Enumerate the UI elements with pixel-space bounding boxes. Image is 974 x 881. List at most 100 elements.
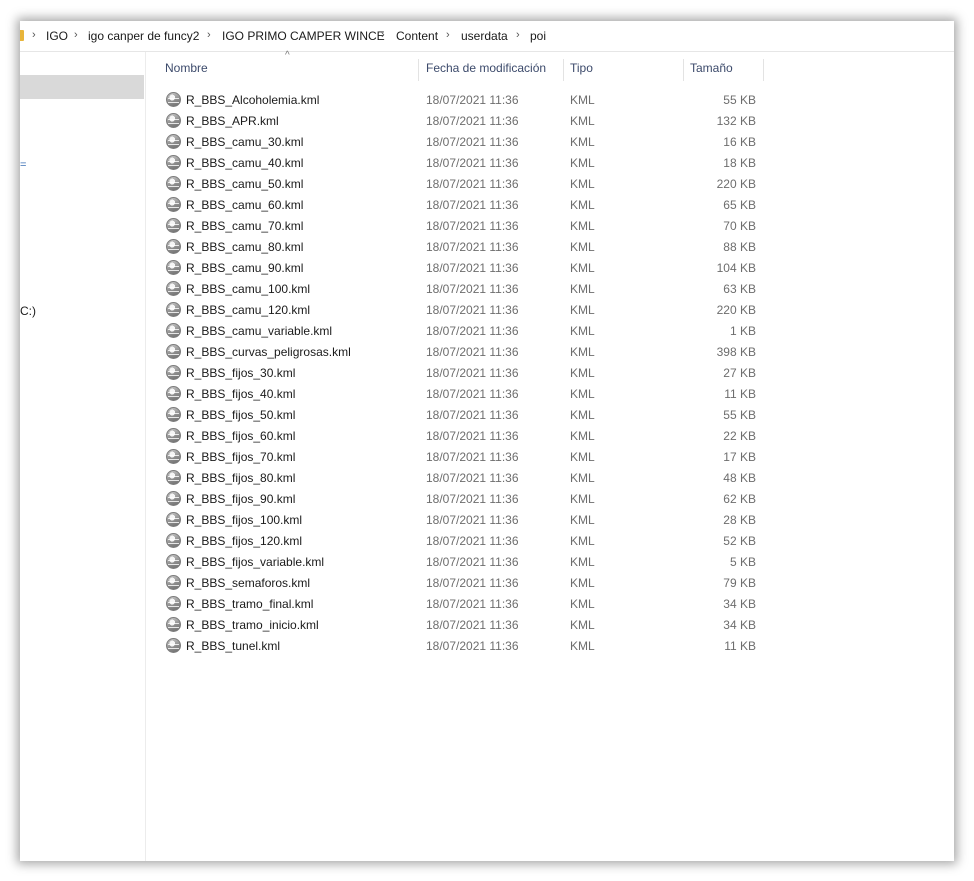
file-name: R_BBS_fijos_90.kml	[186, 492, 296, 506]
column-divider[interactable]	[763, 59, 764, 81]
file-size: 28 KB	[723, 513, 756, 527]
kml-file-icon	[166, 113, 181, 128]
file-name: R_BBS_camu_variable.kml	[186, 324, 333, 338]
file-size: 132 KB	[716, 114, 756, 128]
file-size: 34 KB	[723, 618, 756, 632]
file-name: R_BBS_fijos_70.kml	[186, 450, 296, 464]
breadcrumb-separator-icon[interactable]: ›	[516, 29, 520, 41]
file-row[interactable]: R_BBS_tunel.kml 18/07/2021 11:36 KML 11 KB	[160, 635, 770, 656]
breadcrumb-separator-icon[interactable]: ›	[207, 29, 211, 41]
breadcrumb-item-userdata[interactable]: userdata	[461, 29, 508, 43]
file-row[interactable]: R_BBS_camu_80.kml 18/07/2021 11:36 KML 88 K…	[160, 236, 770, 257]
file-size: 34 KB	[723, 597, 756, 611]
file-name: R_BBS_tramo_inicio.kml	[186, 618, 319, 632]
breadcrumb-item-content[interactable]: Content	[396, 29, 438, 43]
file-row[interactable]: R_BBS_camu_70.kml 18/07/2021 11:36 KML 70 K…	[160, 215, 770, 236]
file-row[interactable]: R_BBS_fijos_70.kml 18/07/2021 11:36 KML 17 …	[160, 446, 770, 467]
breadcrumb-separator-icon[interactable]: ›	[74, 29, 78, 41]
file-date: 18/07/2021 11:36	[426, 429, 519, 443]
file-type: KML	[570, 429, 595, 443]
column-divider[interactable]	[563, 59, 564, 81]
kml-file-icon	[166, 176, 181, 191]
file-date: 18/07/2021 11:36	[426, 240, 519, 254]
file-name: R_BBS_tramo_final.kml	[186, 597, 314, 611]
file-name: R_BBS_fijos_50.kml	[186, 408, 296, 422]
file-row[interactable]: R_BBS_tramo_inicio.kml 18/07/2021 11:36 KM…	[160, 614, 770, 635]
file-row[interactable]: R_BBS_camu_30.kml 18/07/2021 11:36 KML 16 K…	[160, 131, 770, 152]
file-row[interactable]: R_BBS_camu_40.kml 18/07/2021 11:36 KML 18 K…	[160, 152, 770, 173]
file-name: R_BBS_camu_80.kml	[186, 240, 304, 254]
kml-file-icon	[166, 512, 181, 527]
file-size: 88 KB	[723, 240, 756, 254]
file-row[interactable]: R_BBS_camu_100.kml 18/07/2021 11:36 KML 63 …	[160, 278, 770, 299]
file-date: 18/07/2021 11:36	[426, 198, 519, 212]
file-row[interactable]: R_BBS_tramo_final.kml 18/07/2021 11:36 KML…	[160, 593, 770, 614]
file-row[interactable]: R_BBS_fijos_80.kml 18/07/2021 11:36 KML 48 …	[160, 467, 770, 488]
column-header-name[interactable]: Nombre	[165, 61, 208, 75]
breadcrumb-item-igo[interactable]: IGO	[46, 29, 68, 43]
column-header-type[interactable]: Tipo	[570, 61, 593, 75]
file-type: KML	[570, 198, 595, 212]
breadcrumb-item-igo-primo[interactable]: IGO PRIMO CAMPER WINCE	[222, 29, 385, 43]
kml-file-icon	[166, 239, 181, 254]
file-size: 220 KB	[716, 303, 756, 317]
breadcrumb-item-igo-canper[interactable]: igo canper de funcy2	[88, 29, 199, 43]
column-divider[interactable]	[683, 59, 684, 81]
file-name: R_BBS_Alcoholemia.kml	[186, 93, 320, 107]
file-row[interactable]: R_BBS_camu_50.kml 18/07/2021 11:36 KML 220 …	[160, 173, 770, 194]
breadcrumb-separator-icon[interactable]: ›	[446, 29, 450, 41]
file-row[interactable]: R_BBS_fijos_90.kml 18/07/2021 11:36 KML 62 …	[160, 488, 770, 509]
file-size: 65 KB	[723, 198, 756, 212]
kml-file-icon	[166, 491, 181, 506]
column-header-size[interactable]: Tamaño	[690, 61, 733, 75]
file-type: KML	[570, 597, 595, 611]
file-type: KML	[570, 366, 595, 380]
kml-file-icon	[166, 407, 181, 422]
file-row[interactable]: R_BBS_camu_90.kml 18/07/2021 11:36 KML 104 …	[160, 257, 770, 278]
nav-drive-c[interactable]: C:)	[20, 304, 36, 318]
file-size: 22 KB	[723, 429, 756, 443]
sort-ascending-icon: ^	[285, 50, 290, 61]
file-date: 18/07/2021 11:36	[426, 471, 519, 485]
file-row[interactable]: R_BBS_APR.kml 18/07/2021 11:36 KML 132 KB	[160, 110, 770, 131]
nav-expand-icon[interactable]: =	[20, 159, 26, 171]
file-date: 18/07/2021 11:36	[426, 576, 519, 590]
column-divider[interactable]	[418, 59, 419, 81]
file-name: R_BBS_camu_120.kml	[186, 303, 311, 317]
breadcrumb-separator-icon[interactable]: ›	[32, 29, 36, 41]
nav-selected-item[interactable]	[20, 75, 144, 99]
file-row[interactable]: R_BBS_fijos_120.kml 18/07/2021 11:36 KML 52…	[160, 530, 770, 551]
file-date: 18/07/2021 11:36	[426, 534, 519, 548]
file-row[interactable]: R_BBS_curvas_peligrosas.kml 18/07/2021 11…	[160, 341, 770, 362]
kml-file-icon	[166, 155, 181, 170]
file-row[interactable]: R_BBS_Alcoholemia.kml 18/07/2021 11:36 KML…	[160, 89, 770, 110]
explorer-window: › IGO › igo canper de funcy2 › IGO PRIMO…	[20, 21, 954, 861]
file-type: KML	[570, 219, 595, 233]
file-row[interactable]: R_BBS_fijos_60.kml 18/07/2021 11:36 KML 22 …	[160, 425, 770, 446]
file-row[interactable]: R_BBS_camu_120.kml 18/07/2021 11:36 KML 220…	[160, 299, 770, 320]
file-row[interactable]: R_BBS_fijos_100.kml 18/07/2021 11:36 KML 28…	[160, 509, 770, 530]
file-size: 62 KB	[723, 492, 756, 506]
file-date: 18/07/2021 11:36	[426, 555, 519, 569]
file-size: 27 KB	[723, 366, 756, 380]
file-row[interactable]: R_BBS_fijos_50.kml 18/07/2021 11:36 KML 55 …	[160, 404, 770, 425]
file-row[interactable]: R_BBS_camu_variable.kml 18/07/2021 11:36 K…	[160, 320, 770, 341]
file-row[interactable]: R_BBS_fijos_40.kml 18/07/2021 11:36 KML 11 …	[160, 383, 770, 404]
kml-file-icon	[166, 365, 181, 380]
breadcrumb-item-poi[interactable]: poi	[530, 29, 546, 43]
file-row[interactable]: R_BBS_camu_60.kml 18/07/2021 11:36 KML 65 K…	[160, 194, 770, 215]
column-header-date[interactable]: Fecha de modificación	[426, 61, 546, 75]
file-row[interactable]: R_BBS_fijos_variable.kml 18/07/2021 11:36…	[160, 551, 770, 572]
breadcrumb-separator-icon[interactable]: ›	[381, 29, 385, 41]
file-name: R_BBS_camu_60.kml	[186, 198, 304, 212]
file-name: R_BBS_fijos_variable.kml	[186, 555, 325, 569]
file-type: KML	[570, 639, 595, 653]
kml-file-icon	[166, 260, 181, 275]
file-type: KML	[570, 177, 595, 191]
file-size: 11 KB	[724, 387, 756, 401]
file-row[interactable]: R_BBS_fijos_30.kml 18/07/2021 11:36 KML 27 …	[160, 362, 770, 383]
file-row[interactable]: R_BBS_semaforos.kml 18/07/2021 11:36 KML 79…	[160, 572, 770, 593]
file-date: 18/07/2021 11:36	[426, 408, 519, 422]
file-name: R_BBS_fijos_120.kml	[186, 534, 303, 548]
file-size: 55 KB	[723, 408, 756, 422]
